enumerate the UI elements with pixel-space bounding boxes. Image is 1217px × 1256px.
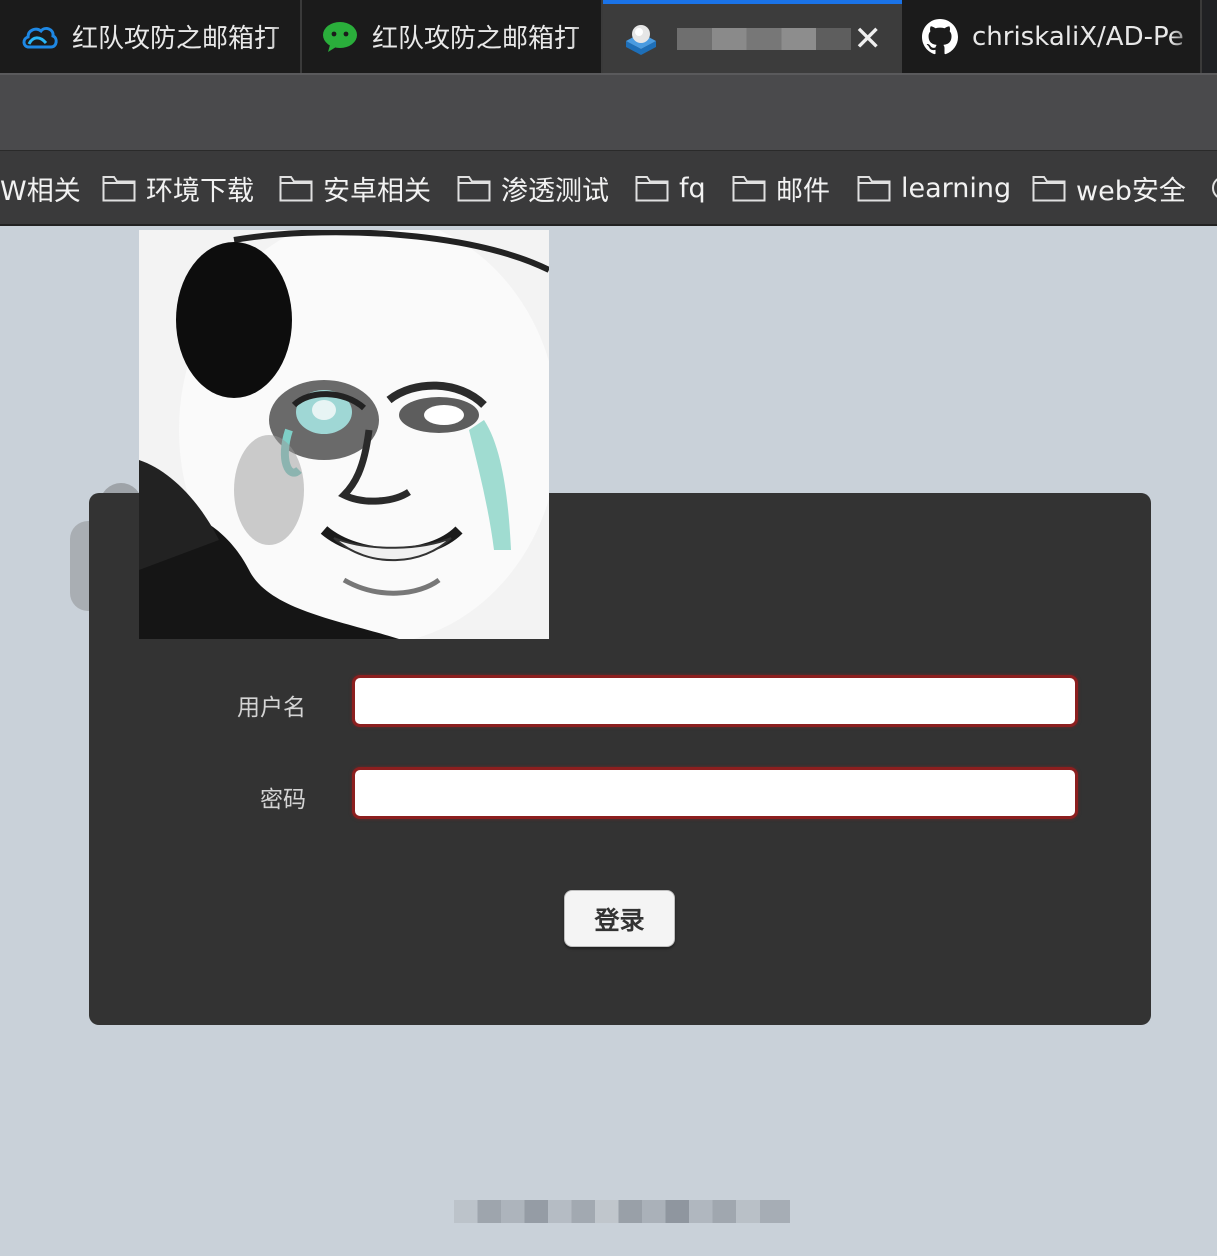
folder-icon — [635, 176, 669, 202]
folder-icon — [102, 176, 136, 202]
folder-icon — [279, 176, 313, 202]
bookmark-label: web安全 — [1076, 175, 1186, 207]
tab-4[interactable]: chriskaliX/AD-Pe — [902, 0, 1202, 73]
bookmark-label: 渗透测试 — [501, 175, 609, 207]
tencent-cloud-icon — [22, 26, 58, 48]
footer-redacted — [454, 1200, 790, 1223]
bookmark-folder-pentest[interactable]: 渗透测试 — [457, 151, 609, 224]
bookmark-folder-websec[interactable]: web安全 — [1032, 151, 1186, 224]
close-icon[interactable]: ✕ — [854, 22, 883, 56]
wechat-icon — [323, 21, 357, 52]
tab-4-label: chriskaliX/AD-Pe — [972, 21, 1184, 52]
username-label: 用户名 — [237, 695, 306, 721]
bookmark-label: fq — [679, 172, 706, 204]
tab-3-active[interactable]: ✕ — [603, 0, 902, 73]
bookmark-folder-mail[interactable]: 邮件 — [732, 151, 830, 224]
github-icon — [922, 18, 958, 54]
login-button[interactable]: 登录 — [564, 890, 675, 947]
folder-icon — [732, 176, 766, 202]
tab-strip: 红队攻防之邮箱打 红队攻防之邮箱打 ✕ chriskaliX/AD-Pe — [0, 0, 1217, 73]
tab-3-title-redacted — [677, 27, 851, 50]
bookmark-label: 环境下载 — [146, 175, 254, 207]
bookmark-folder-env[interactable]: 环境下载 — [102, 151, 254, 224]
tab-1-label: 红队攻防之邮箱打 — [72, 24, 281, 54]
bookmark-folder-fq[interactable]: fq — [635, 151, 706, 224]
bookmark-label: W相关 — [0, 175, 81, 207]
folder-icon — [1032, 176, 1066, 202]
bookmark-label: 邮件 — [776, 175, 830, 207]
bookmark-folder-android[interactable]: 安卓相关 — [279, 151, 431, 224]
tab-2[interactable]: 红队攻防之邮箱打 — [302, 0, 603, 73]
avatar-image — [139, 230, 549, 639]
bookmark-folder-learning[interactable]: learning — [857, 151, 1012, 224]
bookmarks-bar: W相关 环境下载 安卓相关 渗透测试 fq 邮件 learning web安全 — [0, 150, 1217, 226]
tab-2-label: 红队攻防之邮箱打 — [372, 24, 581, 54]
bookmark-w[interactable]: W相关 — [0, 151, 81, 224]
bookmark-label: learning — [901, 172, 1012, 204]
browser-toolbar — [0, 73, 1217, 150]
tab-1[interactable]: 红队攻防之邮箱打 — [0, 0, 302, 73]
password-input[interactable] — [352, 767, 1078, 819]
folder-icon — [857, 176, 891, 202]
bookmark-label: 安卓相关 — [323, 175, 431, 207]
webmail-icon — [626, 24, 656, 55]
username-input[interactable] — [352, 675, 1078, 727]
folder-icon — [457, 176, 491, 202]
bookmark-overflow-icon[interactable] — [1210, 151, 1217, 224]
password-label: 密码 — [260, 787, 306, 813]
